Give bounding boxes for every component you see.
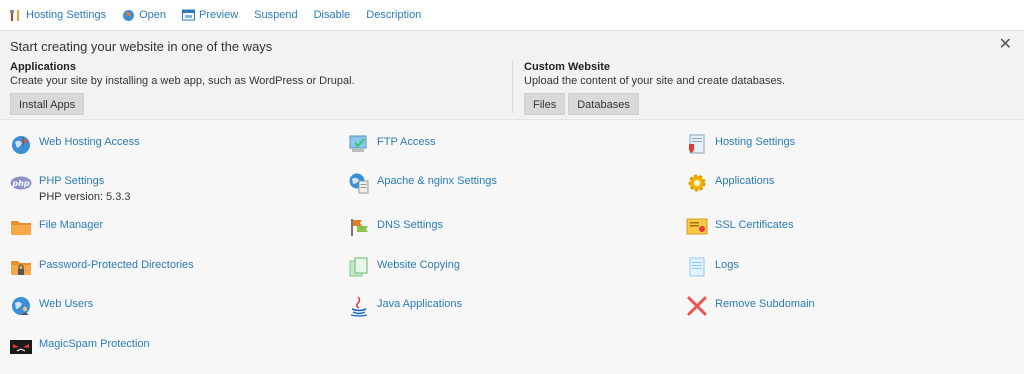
custom-website-description: Upload the content of your site and crea… bbox=[524, 75, 786, 87]
globe-icon bbox=[12, 136, 30, 154]
tool-label: Password-Protected Directories bbox=[39, 259, 194, 271]
disable-link[interactable]: Disable bbox=[314, 9, 351, 21]
tool-label: File Manager bbox=[39, 219, 104, 231]
install-apps-button[interactable]: Install Apps bbox=[10, 93, 85, 115]
banner-title: Start creating your website in one of th… bbox=[10, 39, 273, 54]
open-link[interactable]: Open bbox=[122, 9, 166, 22]
tool-label: SSL Certificates bbox=[715, 219, 794, 231]
hosting-settings-icon bbox=[689, 134, 705, 154]
tool-label: Web Hosting Access bbox=[39, 136, 140, 148]
open-label: Open bbox=[139, 9, 167, 21]
custom-website-section: Custom Website Upload the content of you… bbox=[524, 61, 785, 115]
tool-label: Apache & nginx Settings bbox=[377, 175, 497, 187]
preview-icon bbox=[182, 9, 196, 21]
disable-label: Disable bbox=[313, 9, 351, 21]
tool-logs[interactable]: Logs bbox=[686, 256, 739, 278]
remove-icon bbox=[687, 296, 707, 316]
php-icon: php bbox=[10, 176, 32, 190]
tools-icon bbox=[9, 9, 22, 22]
close-icon[interactable]: ✕ bbox=[999, 37, 1012, 53]
description-label: Description bbox=[366, 9, 422, 21]
tool-label: Logs bbox=[715, 259, 739, 271]
tool-label: Applications bbox=[715, 175, 775, 187]
tool-password-protected-directories[interactable]: Password-Protected Directories bbox=[10, 256, 194, 278]
tool-remove-subdomain[interactable]: Remove Subdomain bbox=[686, 295, 815, 317]
suspend-label: Suspend bbox=[254, 9, 298, 21]
custom-website-heading: Custom Website bbox=[524, 61, 610, 73]
ftp-icon bbox=[349, 135, 367, 152]
databases-button[interactable]: Databases bbox=[568, 93, 639, 115]
tool-php-settings[interactable]: php PHP Settings PHP version: 5.3.3 bbox=[10, 172, 131, 203]
svg-text:php: php bbox=[11, 179, 29, 188]
tool-label: PHP Settings bbox=[39, 175, 105, 187]
preview-label: Preview bbox=[199, 9, 239, 21]
tool-label: Hosting Settings bbox=[715, 136, 796, 148]
tool-java-applications[interactable]: Java Applications bbox=[348, 295, 462, 317]
applications-heading: Applications bbox=[10, 61, 77, 73]
tool-apache-nginx-settings[interactable]: Apache & nginx Settings bbox=[348, 172, 497, 194]
tool-magicspam-protection[interactable]: MagicSpam Protection bbox=[10, 335, 150, 357]
tool-web-users[interactable]: Web Users bbox=[10, 295, 93, 317]
hosting-settings-label: Hosting Settings bbox=[26, 9, 107, 21]
copy-icon bbox=[349, 257, 368, 277]
logs-icon bbox=[689, 257, 705, 277]
preview-link[interactable]: Preview bbox=[182, 9, 238, 21]
web-users-icon bbox=[12, 297, 30, 315]
folder-icon bbox=[11, 221, 31, 235]
certificate-icon bbox=[686, 218, 708, 235]
tool-ftp-access[interactable]: FTP Access bbox=[348, 133, 435, 155]
dns-icon bbox=[351, 219, 368, 236]
tool-file-manager[interactable]: File Manager bbox=[10, 216, 103, 238]
php-version-text: PHP version: 5.3.3 bbox=[39, 191, 131, 203]
tool-website-copying[interactable]: Website Copying bbox=[348, 256, 460, 278]
tool-label: FTP Access bbox=[377, 136, 436, 148]
tool-ssl-certificates[interactable]: SSL Certificates bbox=[686, 216, 793, 238]
globe-icon bbox=[122, 9, 135, 22]
tool-label: MagicSpam Protection bbox=[39, 338, 150, 350]
description-link[interactable]: Description bbox=[366, 9, 421, 21]
files-button[interactable]: Files bbox=[524, 93, 566, 115]
tool-label: Website Copying bbox=[377, 259, 460, 271]
divider bbox=[512, 61, 513, 113]
tool-label: Web Users bbox=[39, 298, 94, 310]
tool-label: Remove Subdomain bbox=[715, 298, 815, 310]
get-started-banner: Start creating your website in one of th… bbox=[0, 30, 1024, 120]
tool-web-hosting-access[interactable]: Web Hosting Access bbox=[10, 133, 140, 155]
suspend-link[interactable]: Suspend bbox=[254, 9, 297, 21]
magicspam-icon bbox=[10, 340, 32, 354]
applications-section: Applications Create your site by install… bbox=[10, 61, 355, 115]
tool-applications[interactable]: Applications bbox=[686, 172, 774, 194]
applications-description: Create your site by installing a web app… bbox=[10, 75, 355, 87]
apache-nginx-icon bbox=[349, 173, 369, 194]
gear-icon bbox=[688, 174, 706, 192]
java-icon bbox=[350, 296, 368, 317]
tool-label: DNS Settings bbox=[377, 219, 444, 231]
toolbar: Hosting Settings Open Preview Suspend Di… bbox=[0, 0, 1024, 30]
hosting-settings-link[interactable]: Hosting Settings bbox=[9, 9, 106, 22]
tool-label: Java Applications bbox=[377, 298, 462, 310]
tool-hosting-settings[interactable]: Hosting Settings bbox=[686, 133, 795, 155]
locked-folder-icon bbox=[11, 261, 31, 275]
tool-dns-settings[interactable]: DNS Settings bbox=[348, 216, 443, 238]
